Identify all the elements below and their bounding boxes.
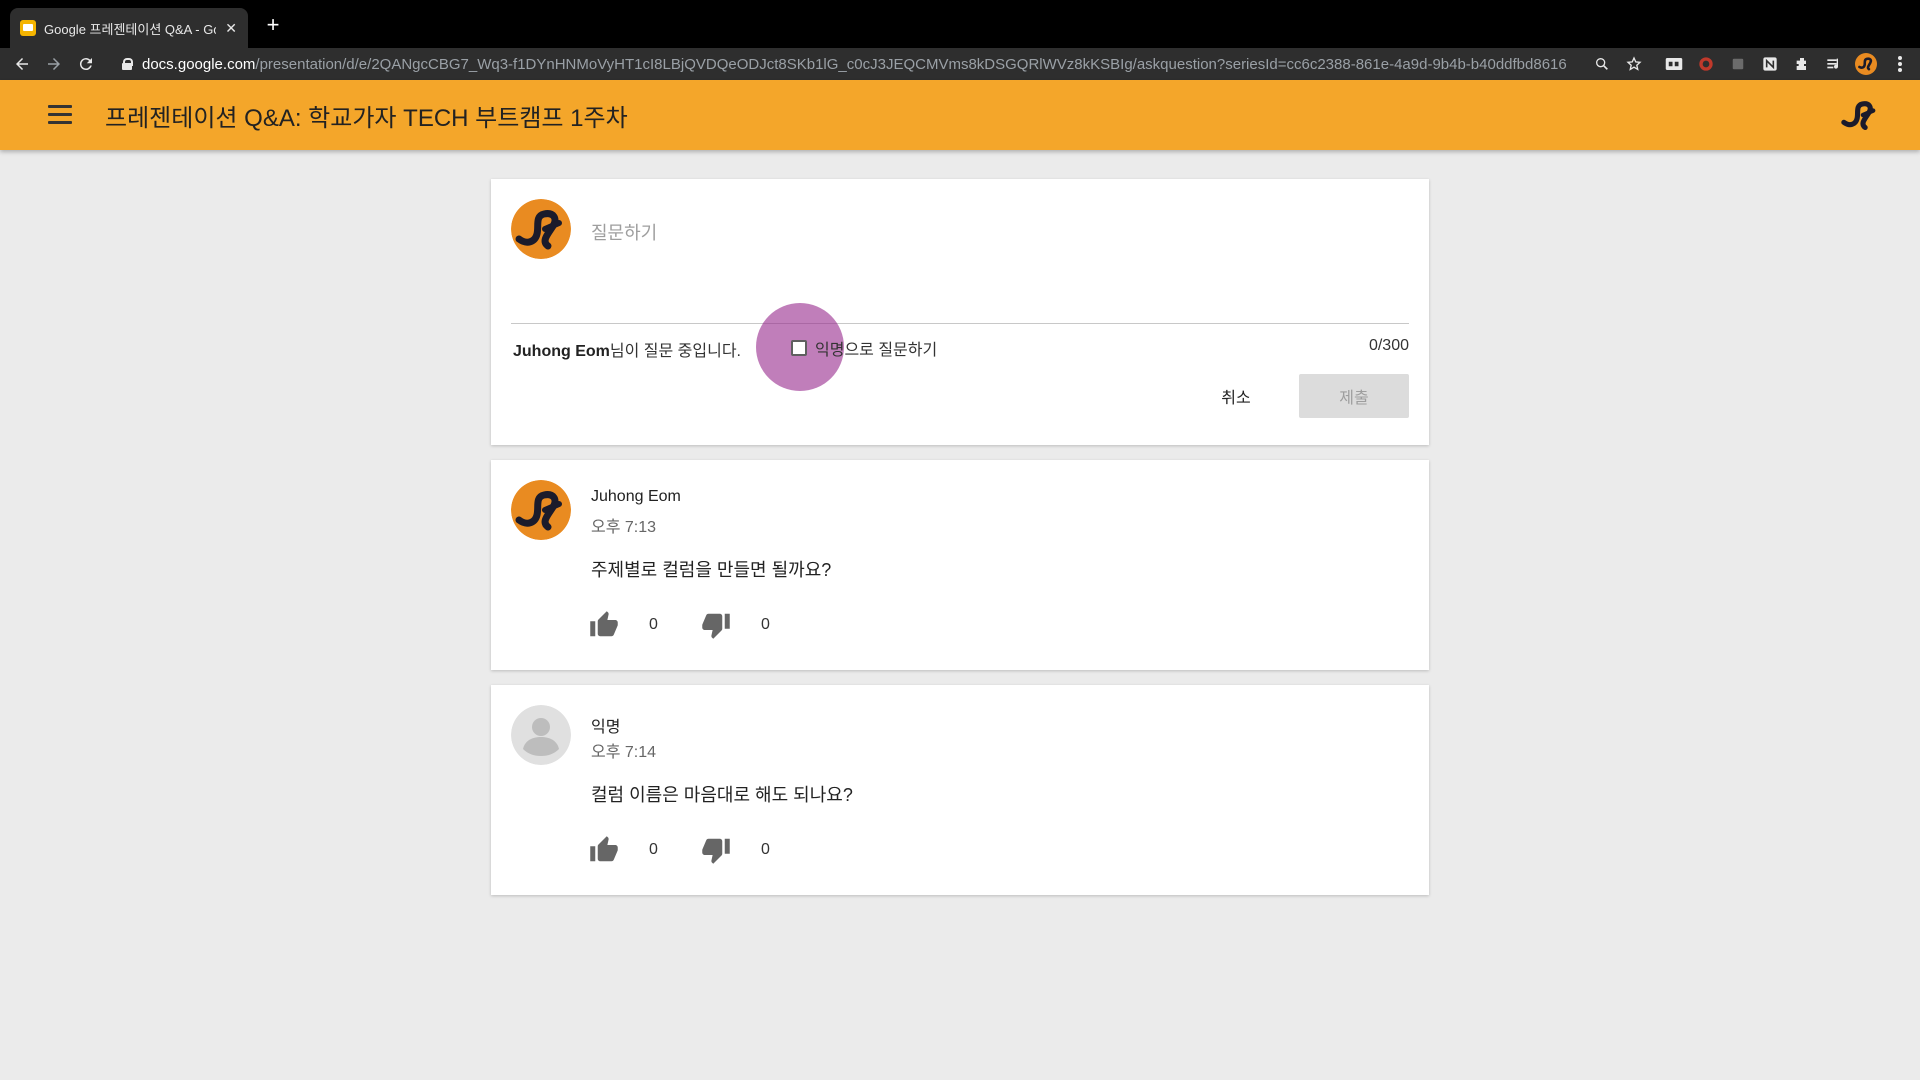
input-underline [511,323,1409,324]
tab-title: Google 프레젠테이션 Q&A - Goog [44,21,217,37]
char-counter: 0/300 [1368,337,1409,354]
browser-toolbar: docs.google.com /presentation/d/e/2QANgc… [0,48,1920,80]
question-text: 컬럼 이름은 마음대로 해도 되나요? [591,785,853,805]
upvote-count: 0 [649,841,658,858]
back-button[interactable] [10,52,34,76]
slides-favicon-icon [20,20,36,36]
downvote-count: 0 [761,841,770,858]
anonymous-avatar [511,705,571,765]
avatar [511,480,571,540]
upvote-count: 0 [649,616,658,633]
hamburger-menu-icon[interactable] [48,105,72,125]
question-card: 익명 오후 7:14 컬럼 이름은 마음대로 해도 되나요? 0 0 [491,685,1429,895]
closed-caption-extension-icon[interactable] [1664,54,1684,74]
thumbs-up-icon[interactable] [589,610,619,640]
question-text: 주제별로 컬럼을 만들면 될까요? [591,560,832,580]
browser-tabbar: Google 프레젠테이션 Q&A - Goog ✕ + [0,0,1920,48]
anonymous-label[interactable]: 익명으로 질문하기 [815,336,937,360]
gray-square-extension-icon[interactable] [1728,54,1748,74]
reading-list-icon[interactable] [1824,54,1844,74]
avatar [511,199,571,259]
downvote-count: 0 [761,616,770,633]
cancel-button[interactable]: 취소 [1191,374,1281,418]
arrow-left-icon [16,58,28,70]
app-header: 프레젠테이션 Q&A: 학교가자 TECH 부트캠프 1주차 [0,80,1920,150]
page-title: 프레젠테이션 Q&A: 학교가자 TECH 부트캠프 1주차 [105,105,628,132]
question-card: Juhong Eom 오후 7:13 주제별로 컬럼을 만들면 될까요? 0 0 [491,460,1429,670]
thumbs-up-icon[interactable] [589,835,619,865]
browser-tab[interactable]: Google 프레젠테이션 Q&A - Goog ✕ [10,8,248,48]
submit-button[interactable]: 제출 [1299,374,1409,418]
question-time: 오후 7:13 [591,519,657,536]
arrow-right-icon [48,58,60,70]
reload-button[interactable] [74,52,98,76]
thumbs-down-icon[interactable] [701,610,731,640]
forward-button[interactable] [42,52,66,76]
notion-extension-icon[interactable] [1760,54,1780,74]
asker-info: Juhong Eom님이 질문 중입니다. [513,337,741,361]
ask-question-card: 질문하기 Juhong Eom님이 질문 중입니다. 익명으로 질문하기 0/3… [491,179,1429,445]
question-time: 오후 7:14 [591,744,657,761]
profile-avatar-icon[interactable] [1854,52,1878,76]
question-input[interactable]: 질문하기 [591,219,657,245]
header-avatar[interactable] [1838,93,1882,137]
bookmark-star-icon[interactable] [1624,54,1644,74]
url-path: /presentation/d/e/2QANgcCBG7_Wq3-f1DYnHN… [255,55,1567,73]
lock-icon [122,58,133,70]
question-author: 익명 [591,719,621,736]
new-tab-button[interactable]: + [260,12,286,38]
thumbs-down-icon[interactable] [701,835,731,865]
asker-name: Juhong Eom [513,343,610,360]
zoom-icon[interactable] [1592,54,1612,74]
tab-close-icon[interactable]: ✕ [224,20,238,37]
question-author: Juhong Eom [591,488,681,505]
anonymous-checkbox[interactable] [791,340,807,356]
red-circle-extension-icon[interactable] [1696,54,1716,74]
anonymous-toggle[interactable]: 익명으로 질문하기 [791,336,937,360]
puzzle-extensions-icon[interactable] [1792,54,1812,74]
kebab-menu-icon[interactable] [1890,54,1910,74]
address-bar[interactable]: docs.google.com /presentation/d/e/2QANgc… [110,50,1670,78]
asker-suffix: 님이 질문 중입니다. [609,343,741,360]
reload-icon [79,58,92,71]
url-host: docs.google.com [142,55,256,73]
